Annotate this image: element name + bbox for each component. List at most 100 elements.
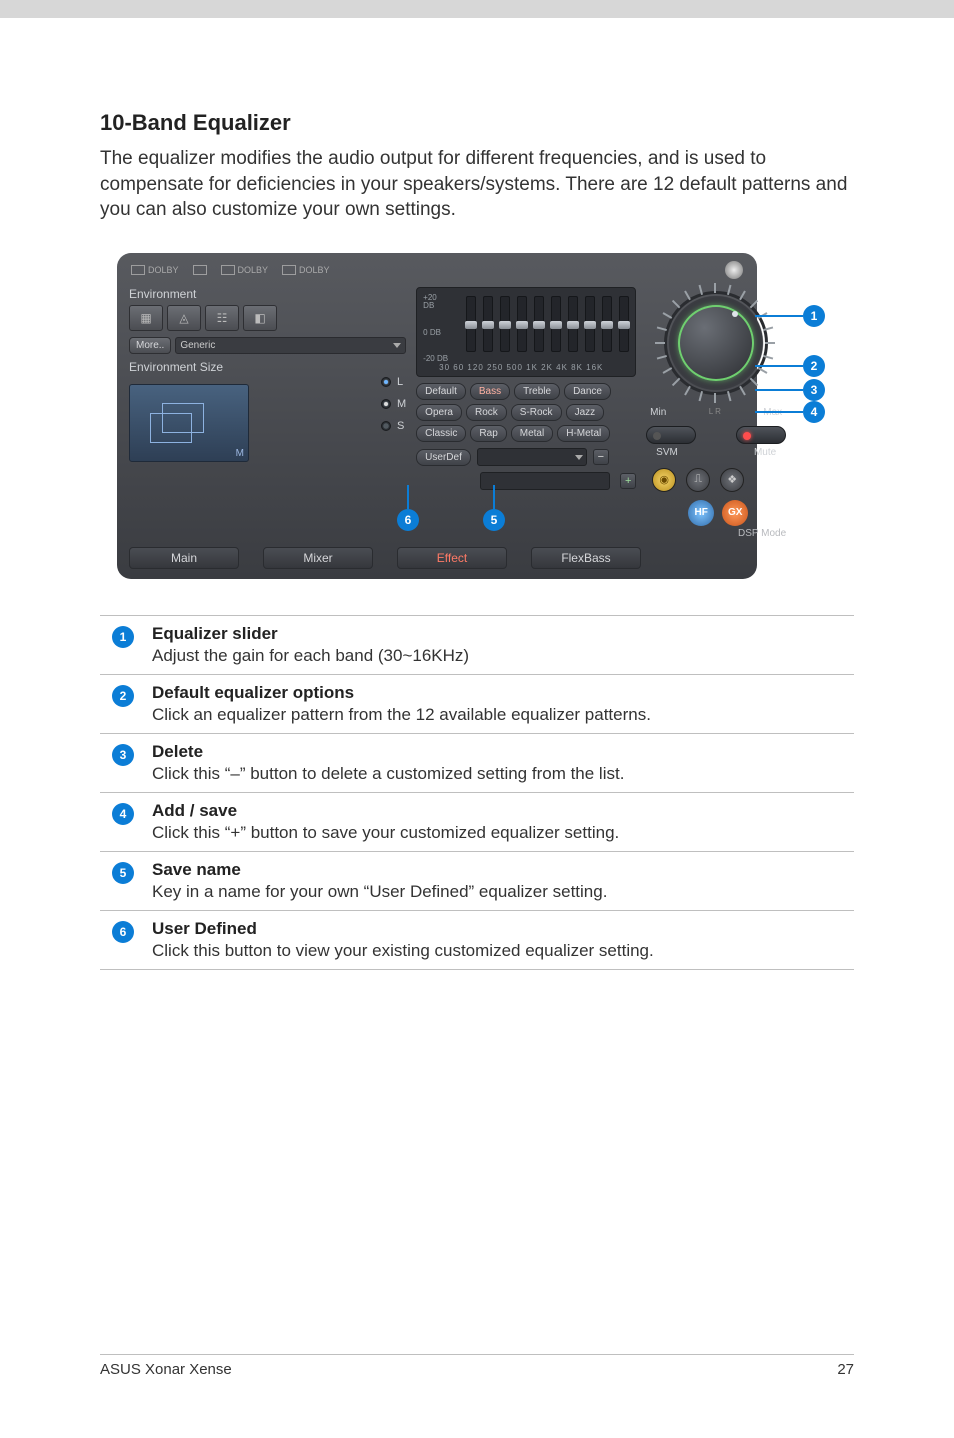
preset-default[interactable]: Default — [416, 383, 466, 400]
section-heading: 10-Band Equalizer — [100, 110, 854, 136]
preset-rap[interactable]: Rap — [470, 425, 506, 442]
env-preset-icon-4[interactable]: ◧ — [243, 305, 277, 331]
callout-6: 6 — [397, 485, 419, 531]
size-radio-l[interactable] — [381, 377, 391, 387]
callout-3: 3 — [755, 379, 825, 401]
dolby-badge-1: DOLBY — [131, 265, 179, 275]
dolby-badge-3: DOLBY — [282, 265, 330, 275]
userdef-dropdown[interactable] — [477, 448, 587, 466]
preset-opera[interactable]: Opera — [416, 404, 462, 421]
chevron-down-icon — [393, 343, 401, 348]
env-preset-icon-1[interactable]: ▦ — [129, 305, 163, 331]
speaker-config-icon[interactable]: ◉ — [652, 468, 676, 492]
desc-text: Click this “+” button to save your custo… — [152, 823, 848, 843]
tab-effect[interactable]: Effect — [397, 547, 507, 569]
eq-band-60[interactable] — [483, 296, 493, 352]
tab-mixer[interactable]: Mixer — [263, 547, 373, 569]
delete-preset-button[interactable]: − — [593, 449, 609, 465]
size-radio-m[interactable] — [381, 399, 391, 409]
desc-row: 2 Default equalizer optionsClick an equal… — [100, 674, 854, 733]
desc-row: 6User DefinedClick this button to view y… — [100, 910, 854, 969]
eq-band-4k[interactable] — [585, 296, 595, 352]
desc-badge: 5 — [112, 862, 134, 884]
eq-band-30[interactable] — [466, 296, 476, 352]
env-dropdown[interactable]: Generic — [175, 337, 406, 354]
screenshot-wrapper: DOLBY DOLBY DOLBY Environment ▦ ◬ ☷ — [117, 253, 837, 579]
volume-dial[interactable] — [678, 305, 754, 381]
desc-badge: 3 — [112, 744, 134, 766]
desc-title: Equalizer slider — [152, 624, 848, 644]
desc-row: 5Save nameKey in a name for your own “Us… — [100, 851, 854, 910]
eq-sliders — [466, 296, 629, 362]
preset-rock[interactable]: Rock — [466, 404, 507, 421]
preset-bass[interactable]: Bass — [470, 383, 510, 400]
gx-button[interactable]: GX — [722, 500, 748, 526]
environment-panel: Environment ▦ ◬ ☷ ◧ More.. Generic — [129, 287, 406, 539]
preset-classic[interactable]: Classic — [416, 425, 466, 442]
eq-db-scale: +20 DB 0 DB -20 DB — [423, 294, 448, 364]
titlebar: DOLBY DOLBY DOLBY — [117, 253, 757, 287]
desc-title: Default equalizer options — [152, 683, 848, 703]
mute-toggle[interactable] — [736, 426, 786, 444]
eq-band-16k[interactable] — [619, 296, 629, 352]
svm-label: SVM — [656, 447, 678, 458]
desc-title: Add / save — [152, 801, 848, 821]
desc-text: Click an equalizer pattern from the 12 a… — [152, 705, 848, 725]
desc-title: User Defined — [152, 919, 848, 939]
env-preset-icon-2[interactable]: ◬ — [167, 305, 201, 331]
eq-band-1k[interactable] — [551, 296, 561, 352]
dsp-mode-label: DSP Mode — [646, 528, 786, 539]
section-intro: The equalizer modifies the audio output … — [100, 146, 854, 223]
tab-main[interactable]: Main — [129, 547, 239, 569]
chevron-down-icon — [575, 455, 583, 460]
eq-band-250[interactable] — [517, 296, 527, 352]
environment-label: Environment — [129, 287, 406, 301]
desc-text: Key in a name for your own “User Defined… — [152, 882, 848, 902]
env-preset-icon-3[interactable]: ☷ — [205, 305, 239, 331]
equalizer-panel: +20 DB 0 DB -20 DB — [416, 287, 636, 539]
preset-metal[interactable]: Metal — [511, 425, 553, 442]
preset-jazz[interactable]: Jazz — [566, 404, 605, 421]
eq-band-8k[interactable] — [602, 296, 612, 352]
minimize-orb-icon[interactable] — [725, 261, 743, 279]
preset-dance[interactable]: Dance — [564, 383, 611, 400]
page-top-grey-bar — [0, 0, 954, 18]
callout-4: 4 — [755, 401, 825, 423]
page-footer: ASUS Xonar Xense 27 — [100, 1354, 854, 1378]
callout-1: 1 — [755, 305, 825, 327]
eq-frequency-axis: 30 60 120 250 500 1K 2K 4K 8K 16K — [439, 363, 629, 372]
size-radio-s[interactable] — [381, 421, 391, 431]
preset-treble[interactable]: Treble — [514, 383, 560, 400]
hf-button[interactable]: HF — [688, 500, 714, 526]
eq-band-500[interactable] — [534, 296, 544, 352]
userdef-button[interactable]: UserDef — [416, 449, 471, 466]
eq-band-2k[interactable] — [568, 296, 578, 352]
mute-label: Mute — [754, 447, 776, 458]
add-preset-button[interactable]: + — [620, 473, 636, 489]
desc-text: Click this button to view your existing … — [152, 941, 848, 961]
dial-tick — [655, 342, 665, 344]
env-dropdown-value: Generic — [180, 340, 215, 351]
spdif-icon[interactable]: ⎍ — [686, 468, 710, 492]
desc-badge: 2 — [112, 685, 134, 707]
desc-text: Adjust the gain for each band (30~16KHz) — [152, 646, 848, 666]
env-size-marker: M — [236, 448, 244, 459]
env-size-label: Environment Size — [129, 360, 406, 374]
size-radio-s-label: S — [397, 420, 404, 432]
tab-flexbass[interactable]: FlexBass — [531, 547, 641, 569]
desc-text: Click this “–” button to delete a custom… — [152, 764, 848, 784]
eq-presets: Default Bass Treble Dance Opera Rock S-R… — [416, 383, 636, 442]
svm-toggle[interactable] — [646, 426, 696, 444]
dial-lr-label: L R — [709, 407, 721, 418]
footer-page-number: 27 — [837, 1361, 854, 1378]
preset-srock[interactable]: S-Rock — [511, 404, 562, 421]
env-more-button[interactable]: More.. — [129, 337, 171, 354]
preset-hmetal[interactable]: H-Metal — [557, 425, 610, 442]
desc-row: 4Add / saveClick this “+” button to save… — [100, 792, 854, 851]
desc-title: Delete — [152, 742, 848, 762]
settings-icon[interactable]: ❖ — [720, 468, 744, 492]
env-size-preview: M — [129, 384, 249, 462]
dial-tick — [714, 283, 716, 293]
eq-band-120[interactable] — [500, 296, 510, 352]
callout-descriptions-table: 1Equalizer sliderAdjust the gain for eac… — [100, 615, 854, 970]
